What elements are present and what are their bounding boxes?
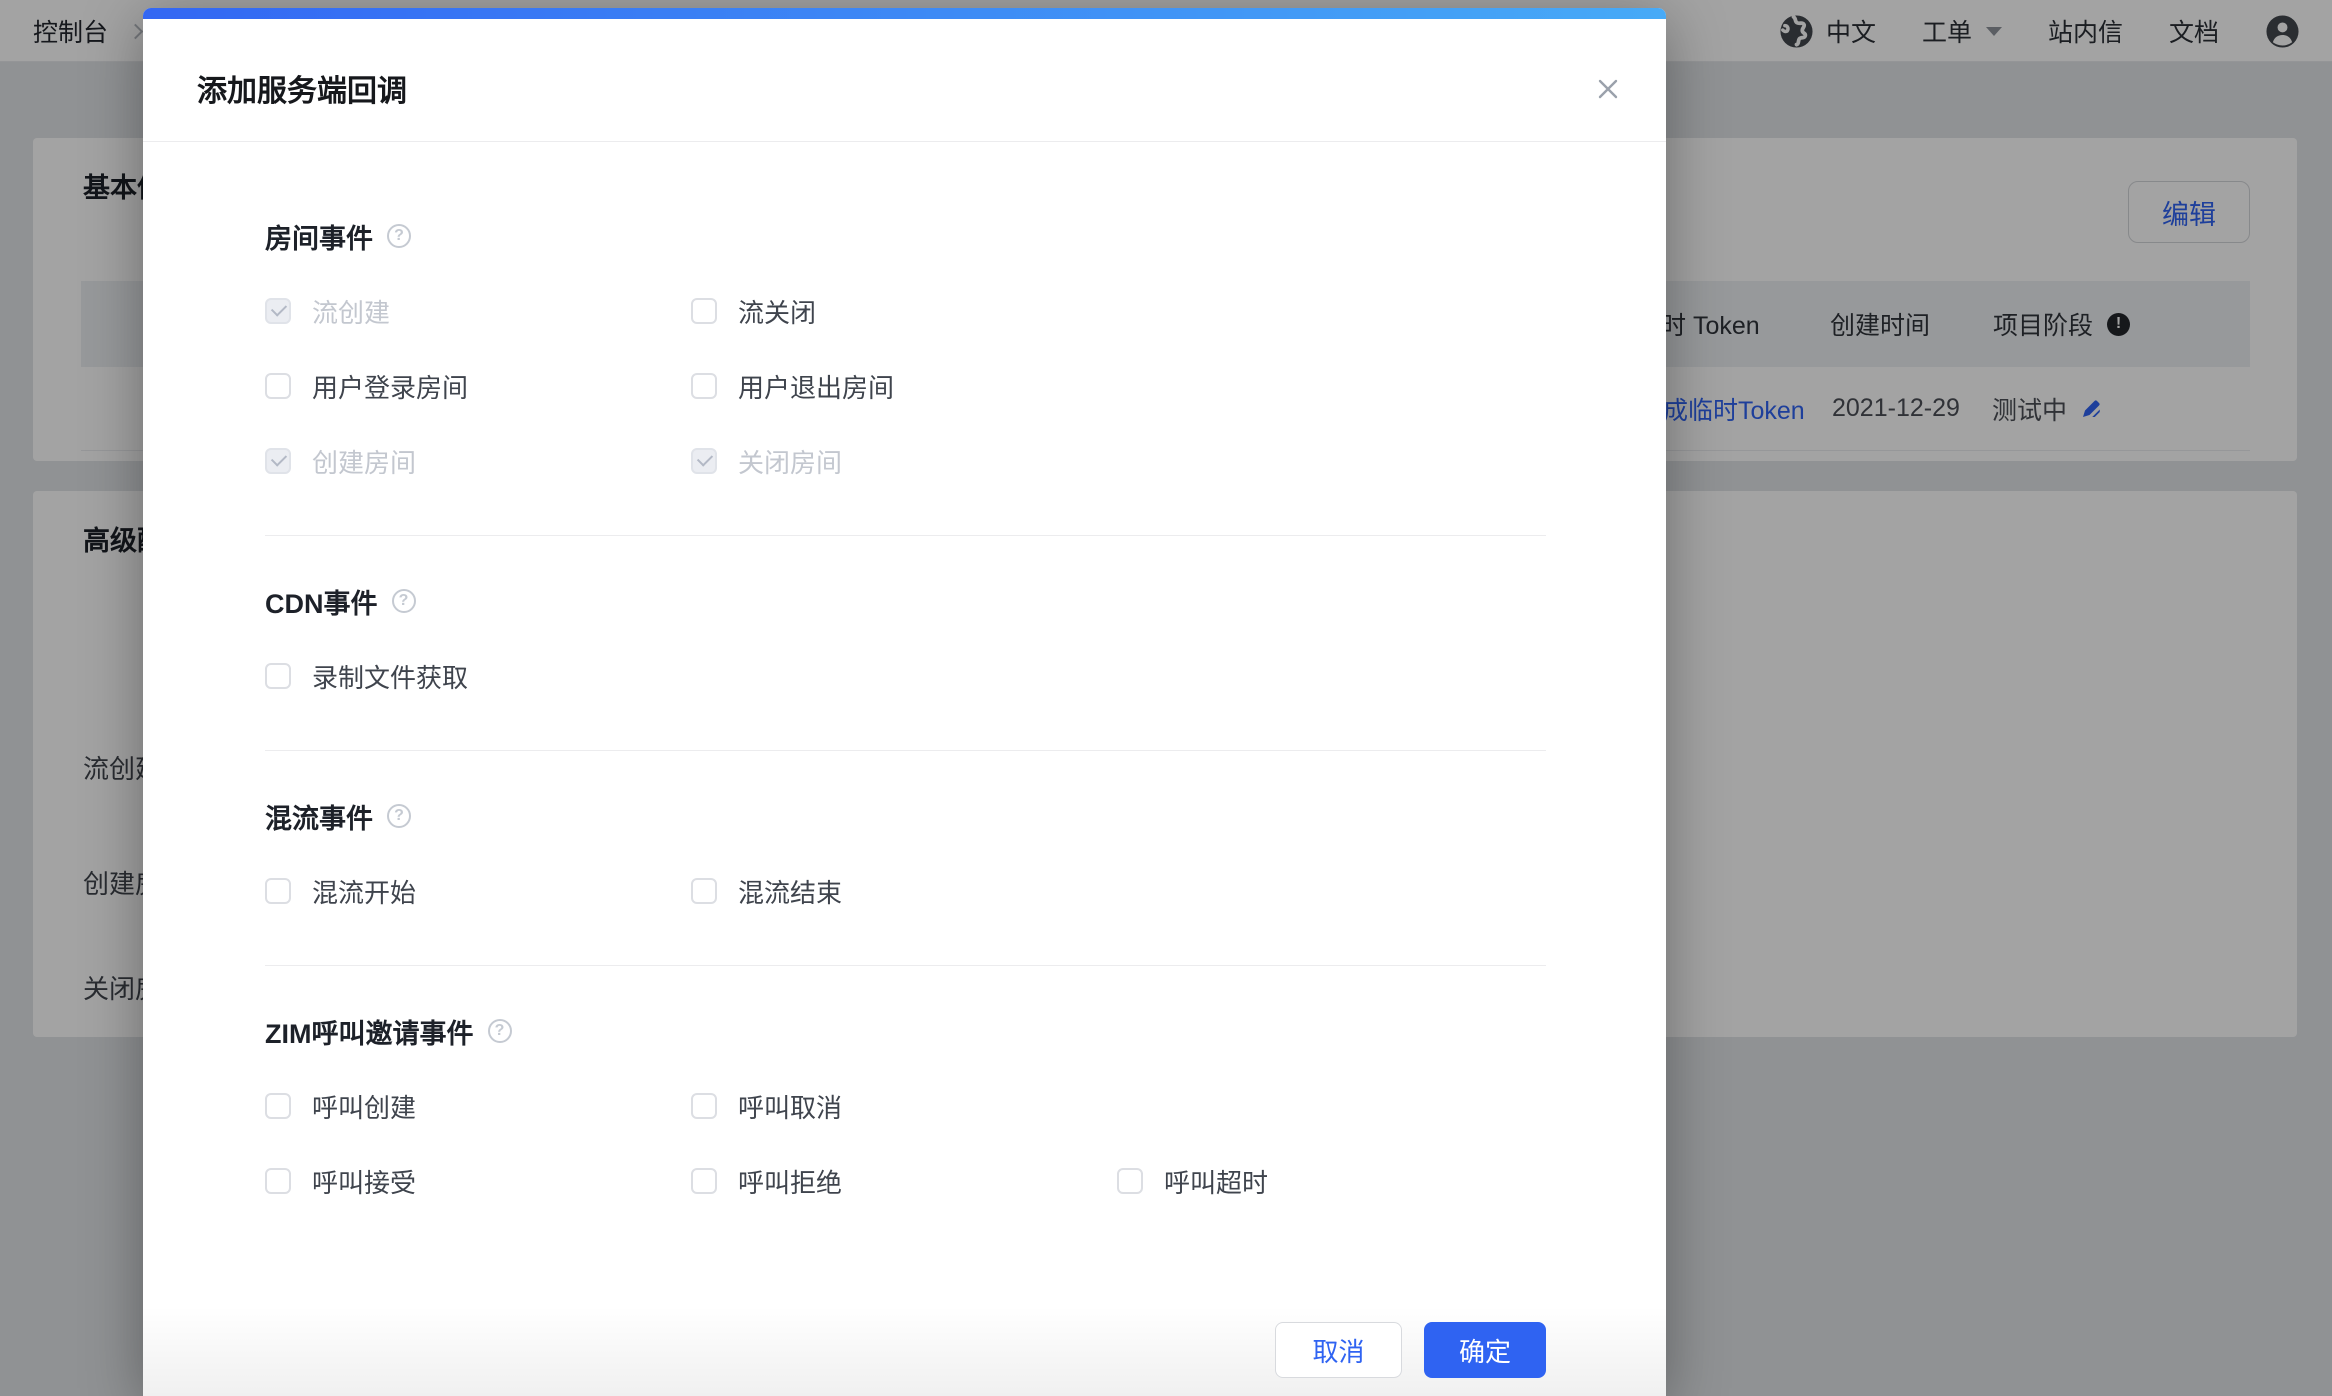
- checkbox-unchecked[interactable]: [265, 1168, 291, 1194]
- callback-section: 混流事件? 混流开始 混流结束: [265, 751, 1546, 966]
- checkbox-unchecked[interactable]: [265, 373, 291, 399]
- checkbox-row: 呼叫创建 呼叫取消: [265, 1086, 1546, 1126]
- checkbox-label[interactable]: 流创建: [312, 293, 390, 330]
- checkbox-item: 呼叫拒绝: [691, 1161, 1117, 1201]
- modal-top-gradient: [143, 8, 1666, 19]
- checkbox-label[interactable]: 用户登录房间: [312, 368, 468, 405]
- checkbox-row: 呼叫接受 呼叫拒绝 呼叫超时: [265, 1161, 1546, 1201]
- checkbox-item: 流关闭: [691, 291, 1117, 331]
- checkbox-item: 用户退出房间: [691, 366, 1117, 406]
- checkbox-item: 呼叫超时: [1117, 1161, 1543, 1201]
- checkbox-row: 混流开始 混流结束: [265, 871, 1546, 911]
- help-icon[interactable]: ?: [488, 1019, 512, 1043]
- modal-title: 添加服务端回调: [197, 66, 407, 110]
- checkbox-unchecked[interactable]: [691, 373, 717, 399]
- checkbox-item: 录制文件获取: [265, 656, 691, 696]
- section-title-label: 房间事件: [265, 217, 373, 256]
- checkbox-checked-disabled[interactable]: [265, 448, 291, 474]
- checkbox-unchecked[interactable]: [265, 878, 291, 904]
- add-server-callback-modal: 添加服务端回调 房间事件? 流创建 流关闭用户登录房间 用户退出房间创建房间 关闭房间 C…: [143, 8, 1666, 1396]
- section-title: ZIM呼叫邀请事件?: [265, 1011, 1546, 1051]
- checkbox-unchecked[interactable]: [265, 1093, 291, 1119]
- checkbox-label[interactable]: 混流结束: [738, 873, 842, 910]
- help-icon[interactable]: ?: [392, 589, 416, 613]
- checkbox-item: 呼叫创建: [265, 1086, 691, 1126]
- checkbox-label[interactable]: 关闭房间: [738, 443, 842, 480]
- checkbox-unchecked[interactable]: [691, 878, 717, 904]
- modal-footer: 取消 确定: [143, 1322, 1666, 1378]
- callback-section: ZIM呼叫邀请事件? 呼叫创建 呼叫取消呼叫接受 呼叫拒绝 呼叫超时: [265, 966, 1546, 1255]
- checkbox-checked-disabled[interactable]: [691, 448, 717, 474]
- checkbox-label[interactable]: 创建房间: [312, 443, 416, 480]
- checkbox-label[interactable]: 用户退出房间: [738, 368, 894, 405]
- checkbox-item: 呼叫接受: [265, 1161, 691, 1201]
- checkbox-item: 混流结束: [691, 871, 1117, 911]
- checkbox-row: 用户登录房间 用户退出房间: [265, 366, 1546, 406]
- checkbox-item: 流创建: [265, 291, 691, 331]
- section-title: 混流事件?: [265, 796, 1546, 836]
- section-title-label: ZIM呼叫邀请事件: [265, 1012, 474, 1051]
- checkbox-unchecked[interactable]: [265, 663, 291, 689]
- section-title-label: 混流事件: [265, 797, 373, 836]
- checkbox-row: 创建房间 关闭房间: [265, 441, 1546, 481]
- modal-body: 房间事件? 流创建 流关闭用户登录房间 用户退出房间创建房间 关闭房间 CDN事件? 录制文…: [265, 141, 1546, 1255]
- callback-section: CDN事件? 录制文件获取: [265, 536, 1546, 751]
- help-icon[interactable]: ?: [387, 804, 411, 828]
- checkbox-item: 用户登录房间: [265, 366, 691, 406]
- checkbox-label[interactable]: 录制文件获取: [312, 658, 468, 695]
- checkbox-unchecked[interactable]: [1117, 1168, 1143, 1194]
- checkbox-item: 创建房间: [265, 441, 691, 481]
- checkbox-unchecked[interactable]: [691, 1168, 717, 1194]
- confirm-button[interactable]: 确定: [1424, 1322, 1546, 1378]
- checkbox-label[interactable]: 呼叫超时: [1164, 1163, 1268, 1200]
- checkbox-item: 关闭房间: [691, 441, 1117, 481]
- checkbox-item: 呼叫取消: [691, 1086, 1117, 1126]
- checkbox-label[interactable]: 呼叫取消: [738, 1088, 842, 1125]
- checkbox-unchecked[interactable]: [691, 1093, 717, 1119]
- checkbox-label[interactable]: 流关闭: [738, 293, 816, 330]
- section-title: CDN事件?: [265, 581, 1546, 621]
- help-icon[interactable]: ?: [387, 224, 411, 248]
- checkbox-item: 混流开始: [265, 871, 691, 911]
- checkbox-checked-disabled[interactable]: [265, 298, 291, 324]
- checkbox-label[interactable]: 混流开始: [312, 873, 416, 910]
- checkbox-label[interactable]: 呼叫创建: [312, 1088, 416, 1125]
- checkbox-label[interactable]: 呼叫接受: [312, 1163, 416, 1200]
- close-icon[interactable]: [1590, 71, 1626, 107]
- checkbox-row: 录制文件获取: [265, 656, 1546, 696]
- section-title: 房间事件?: [265, 216, 1546, 256]
- section-title-label: CDN事件: [265, 582, 378, 621]
- cancel-button[interactable]: 取消: [1275, 1322, 1402, 1378]
- callback-section: 房间事件? 流创建 流关闭用户登录房间 用户退出房间创建房间 关闭房间: [265, 141, 1546, 536]
- checkbox-row: 流创建 流关闭: [265, 291, 1546, 331]
- checkbox-unchecked[interactable]: [691, 298, 717, 324]
- checkbox-label[interactable]: 呼叫拒绝: [738, 1163, 842, 1200]
